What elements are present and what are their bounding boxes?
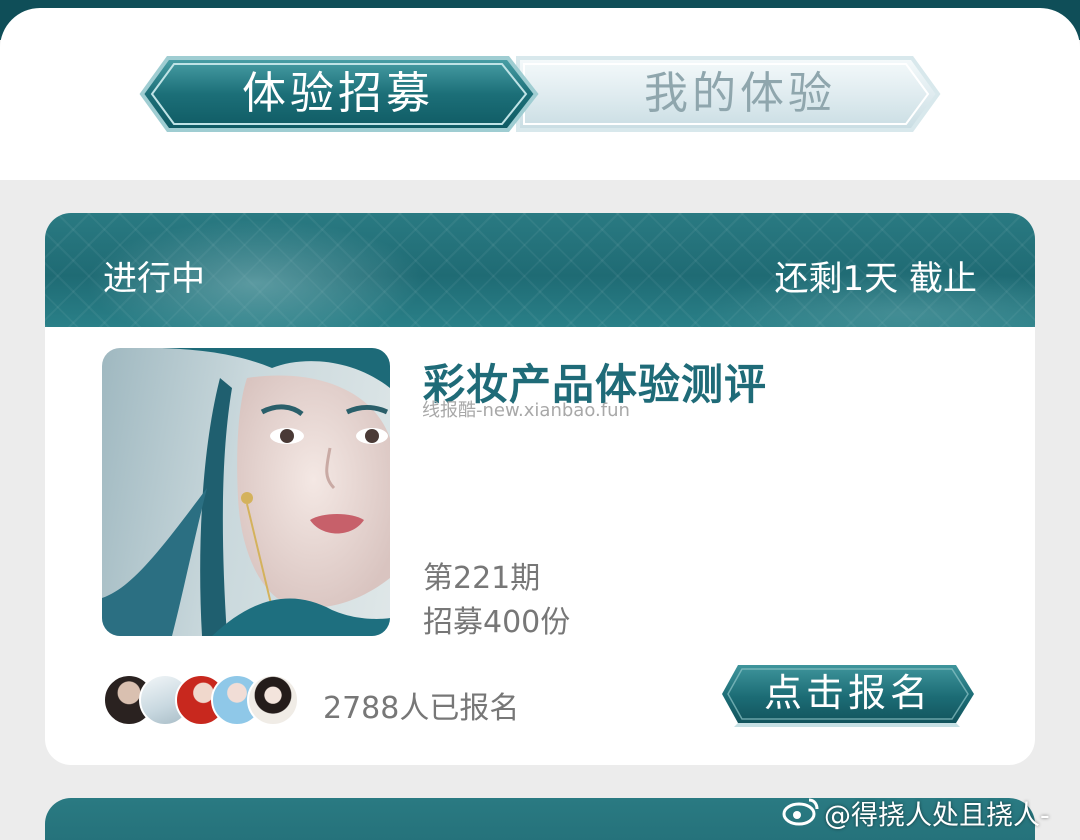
tab-my-experience[interactable]: 我的体验 (538, 54, 942, 134)
card-header: 进行中 还剩1天 截止 (45, 213, 1035, 327)
weibo-handle: @得挠人处且挠人- (824, 800, 1050, 832)
weibo-watermark: @得挠人处且挠人- (782, 796, 1050, 836)
watermark-text: 线报酷-new.xianbao.fun (422, 400, 630, 421)
issue-number: 第221期 (423, 561, 541, 596)
weibo-icon (782, 796, 820, 838)
signup-count: 2788人已报名 (323, 691, 520, 726)
product-image[interactable] (102, 348, 390, 636)
participant-avatars (103, 674, 303, 726)
model-portrait-illustration (102, 348, 390, 636)
avatar (247, 674, 299, 726)
deadline-label: 还剩1天 截止 (774, 259, 977, 299)
signup-button[interactable]: 点击报名 (720, 663, 976, 727)
tab-experience-recruit[interactable]: 体验招募 (138, 54, 538, 134)
tab-switcher: 体验招募 我的体验 (138, 54, 942, 134)
status-label: 进行中 (103, 259, 205, 299)
signup-button-label: 点击报名 (763, 671, 932, 715)
recruit-quota: 招募400份 (423, 605, 571, 640)
recruit-card[interactable]: 进行中 还剩1天 截止 彩妆产品体验测评 线报酷-new.xianbao.fun… (45, 213, 1035, 765)
